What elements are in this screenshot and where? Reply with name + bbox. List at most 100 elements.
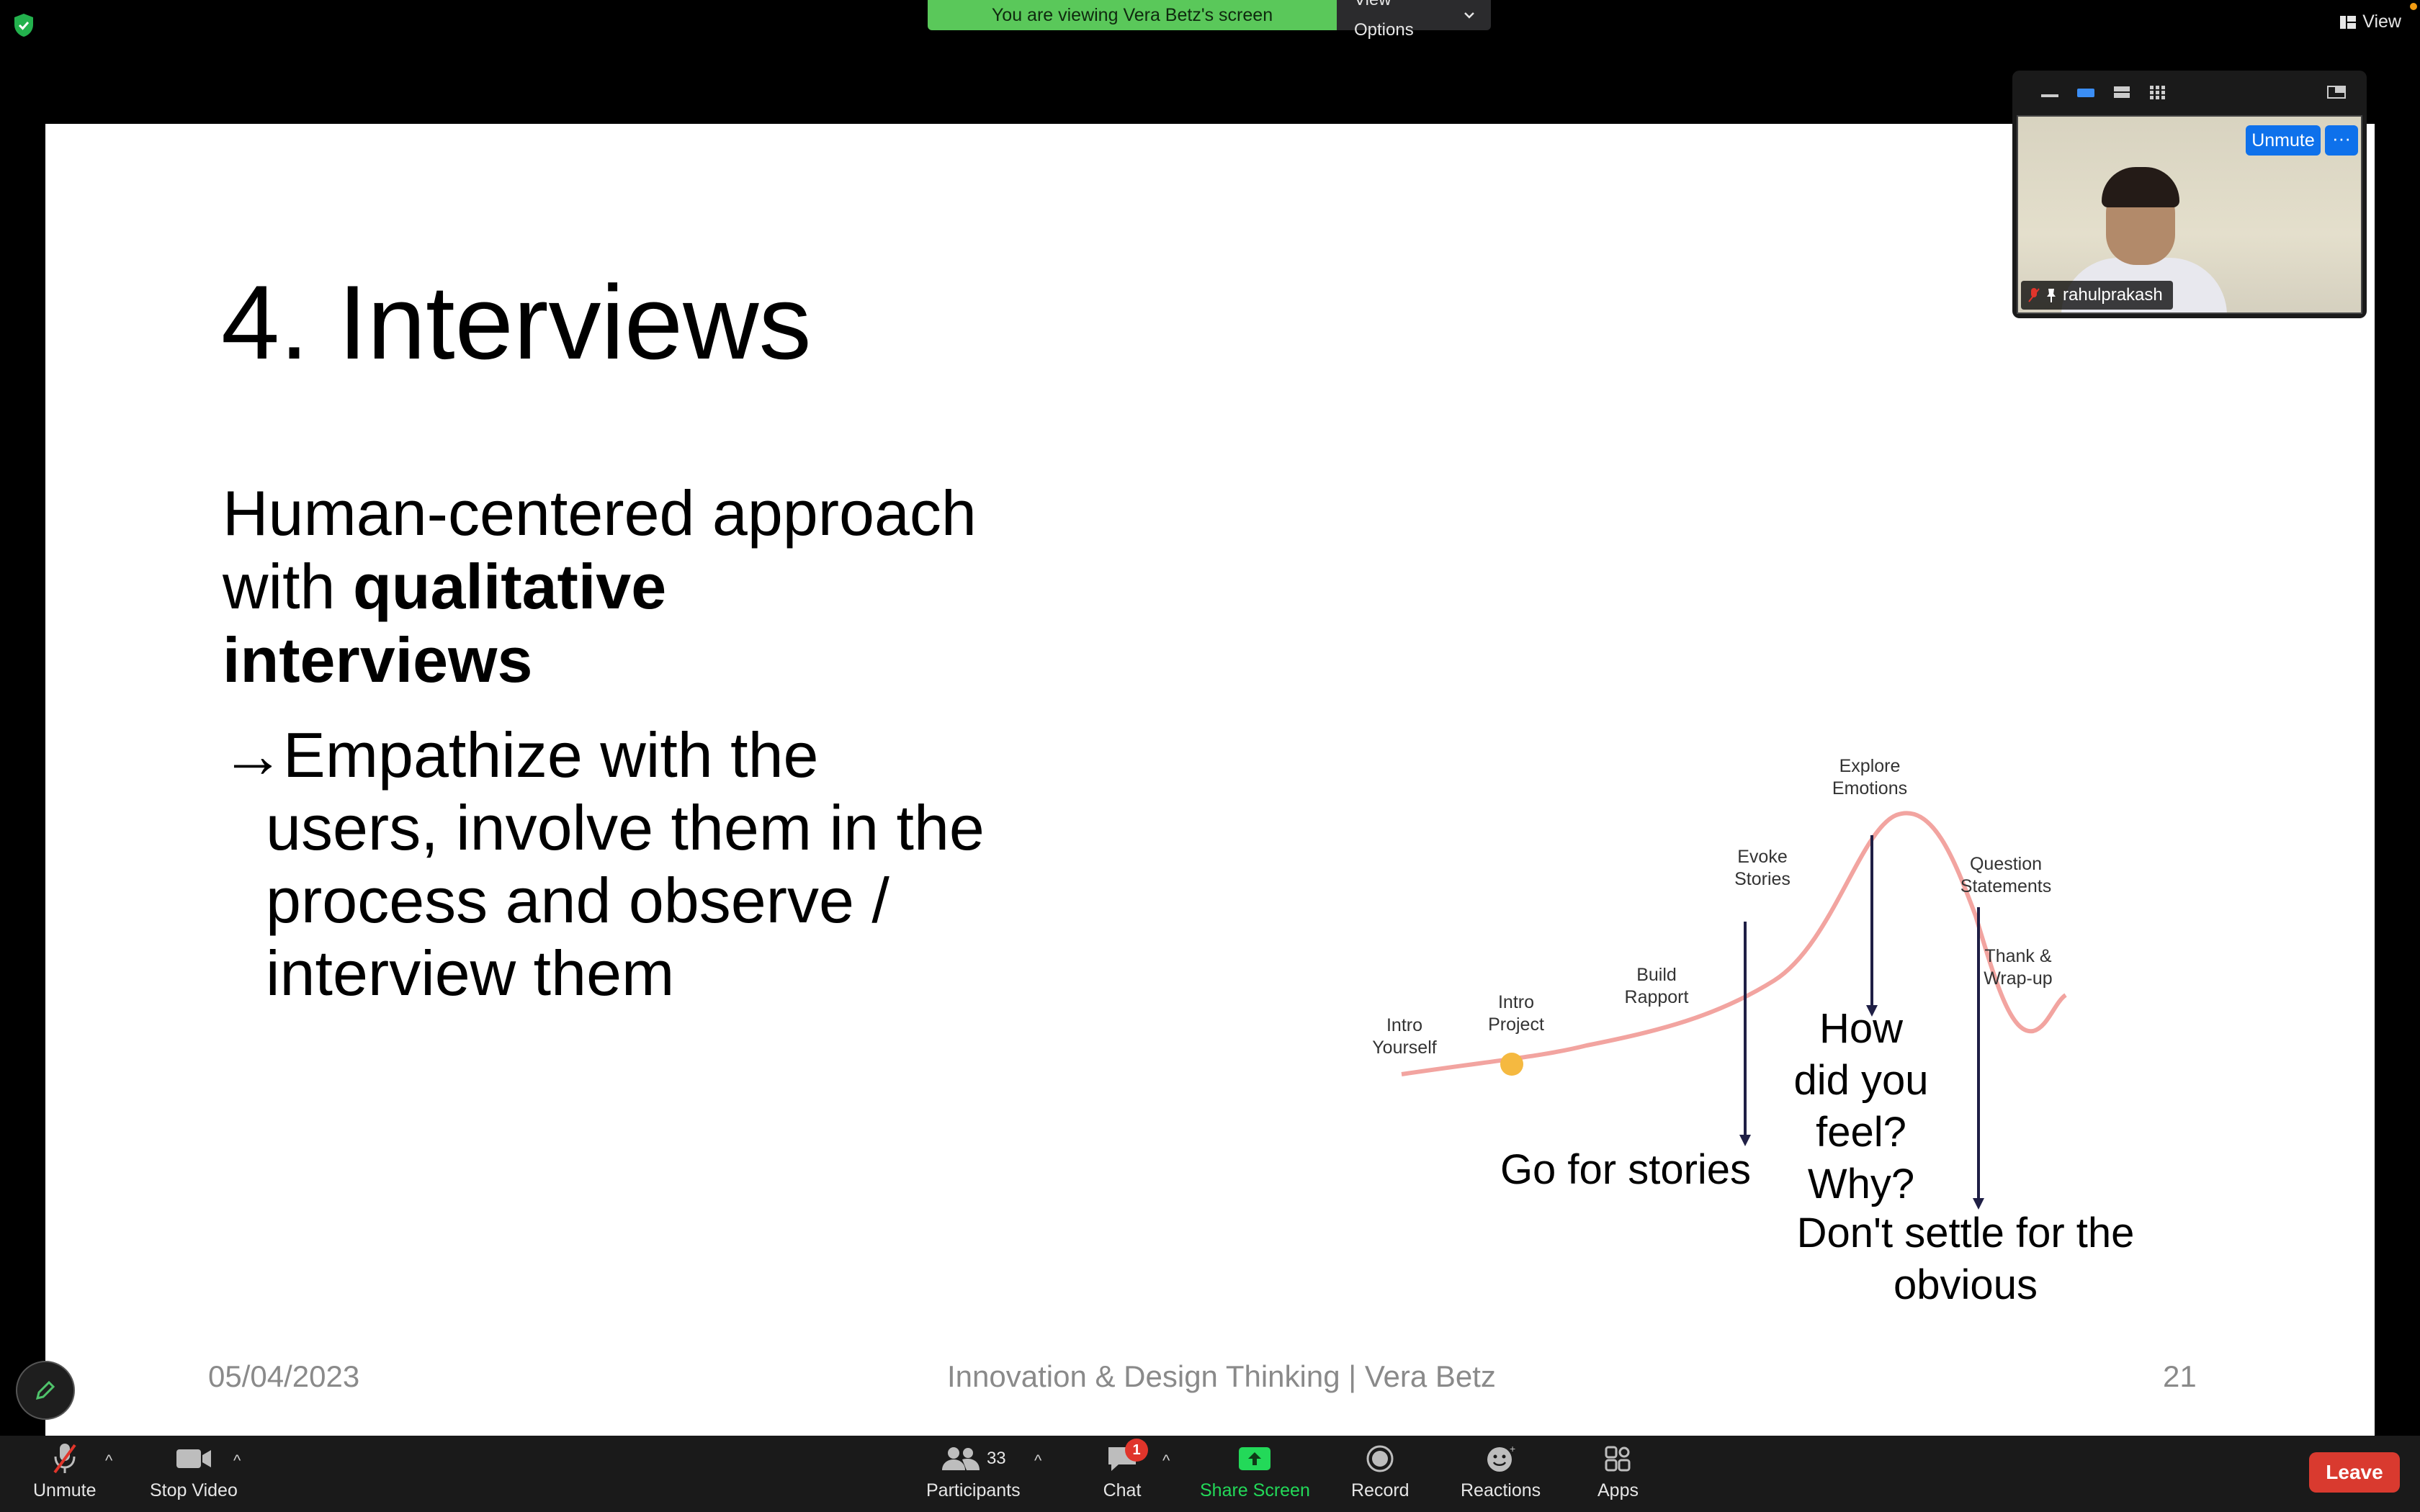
stage-label: Explore [1839,756,1901,776]
bullet-text-1: Empathize with the [283,719,819,791]
muted-mic-icon [53,1444,76,1474]
stage-label: Thank & [1984,946,2051,966]
bullet-text-2: users, involve them in the [266,792,985,863]
svg-text:+: + [1510,1444,1515,1454]
participant-hair [2102,167,2179,207]
unmute-button[interactable]: Unmute [33,1441,97,1501]
chat-options-caret[interactable]: ^ [1162,1452,1170,1470]
participants-options-caret[interactable]: ^ [1034,1452,1041,1470]
record-button[interactable]: Record [1351,1441,1410,1501]
slide-bullet: →Empathize with the users, involve them … [221,719,1157,1009]
unmute-label: Unmute [33,1480,97,1500]
progress-marker [1500,1053,1523,1076]
muted-mic-icon [2028,288,2040,302]
record-icon [1366,1445,1394,1472]
headline-bold-qualitative: qualitative [352,551,667,622]
stage-label: Build [1636,965,1677,985]
bullet-line-1: →Empathize with the [221,719,1157,791]
shared-slide: 4. Interviews Human-centered approach wi… [45,124,2375,1436]
stop-video-button[interactable]: Stop Video [150,1441,238,1501]
participants-label: Participants [926,1480,1021,1500]
apps-button[interactable]: Apps [1597,1441,1639,1501]
stage-label: Question [1970,854,2042,874]
headline-line-2: with qualitative [223,550,1159,624]
apps-label: Apps [1597,1480,1639,1500]
reactions-label: Reactions [1461,1480,1541,1500]
stacked-view-icon[interactable] [2112,84,2132,100]
callout-settle-line2: obvious [1894,1261,2038,1308]
leave-button[interactable]: Leave [2309,1452,2400,1493]
stage-label: Emotions [1832,778,1907,798]
view-options-button[interactable]: View Options [1337,0,1491,40]
speaker-view-icon[interactable] [2076,84,2096,100]
headline-line-3: interviews [223,624,1159,697]
video-layout-toolbar [2012,71,2367,114]
gallery-view-icon[interactable] [2148,84,2168,100]
headline-bold-interviews: interviews [223,624,533,696]
stage-label: Intro [1498,992,1534,1012]
arrow-statements-head [1973,1198,1984,1210]
screen-share-banner: You are viewing Vera Betz's screen View … [928,0,1491,40]
bullet-text-3: process and observe / [266,865,889,936]
smiley-icon: + [1487,1444,1515,1472]
meeting-toolbar: Unmute ^ Stop Video ^ 33 Participants ^ [0,1436,2420,1512]
participants-count: 33 [986,1449,1006,1468]
slide-headline: Human-centered approach with qualitative… [223,477,1159,697]
callout-go-for-stories: Go for stories [1500,1146,1751,1193]
callout-feel-line4: Why? [1808,1161,1914,1207]
share-screen-label: Share Screen [1200,1480,1310,1500]
notification-dot [2410,3,2417,10]
slide-footer-course: Innovation & Design Thinking | Vera Betz [947,1359,1496,1393]
record-label: Record [1351,1480,1410,1500]
reactions-button[interactable]: + Reactions [1461,1441,1541,1501]
share-screen-button[interactable]: Share Screen [1200,1441,1310,1501]
video-more-button[interactable]: ··· [2325,125,2358,156]
stop-video-label: Stop Video [150,1480,238,1500]
participants-button[interactable]: 33 Participants [926,1441,1021,1501]
slide-footer-date: 05/04/2023 [208,1359,360,1393]
callout-feel-line3: feel? [1816,1109,1906,1156]
grid-view-icon [2340,15,2357,29]
viewing-screen-label: You are viewing Vera Betz's screen [928,0,1337,30]
callout-feel-line2: did you [1793,1057,1928,1104]
video-camera-icon [176,1449,211,1468]
pencil-icon [35,1380,55,1400]
slide-page-number: 21 [2163,1359,2197,1393]
callout-settle-line1: Don't settle for the [1797,1210,2135,1256]
minimize-icon[interactable] [2040,84,2060,100]
stage-label: Project [1488,1014,1544,1035]
pop-out-icon[interactable] [2326,84,2347,100]
annotate-button[interactable] [16,1361,75,1420]
view-options-label: View Options [1354,0,1414,40]
pin-icon [2047,289,2056,302]
interview-curve-line [1401,811,2067,1076]
arrow-stories-head [1739,1135,1751,1146]
participant-name-tag: rahulprakash [2021,281,2173,310]
stage-label: Wrap-up [1984,968,2052,989]
video-unmute-button[interactable]: Unmute [2246,125,2321,156]
apps-icon [1605,1446,1631,1472]
headline-line-1: Human-centered approach [223,477,977,549]
participant-name: rahulprakash [2063,285,2163,305]
participants-icon [941,1447,980,1470]
bullet-text-4: interview them [266,937,675,1009]
security-shield-icon[interactable] [13,13,35,37]
slide-title: 4. Interviews [221,264,812,381]
view-layout-button[interactable]: View [2339,12,2401,32]
chevron-down-icon [1464,12,1474,19]
share-screen-icon [1239,1447,1271,1470]
callout-feel-line1: How [1819,1005,1904,1052]
headline-plain-text: with [223,551,353,622]
stage-label: Stories [1734,869,1791,889]
stage-label: Evoke [1737,847,1787,867]
video-options-caret[interactable]: ^ [233,1452,241,1470]
stage-label: Intro [1386,1015,1422,1035]
chat-unread-badge: 1 [1125,1439,1148,1462]
stage-label: Statements [1960,876,2051,896]
audio-options-caret[interactable]: ^ [105,1452,112,1470]
stage-label: Rapport [1625,987,1689,1007]
interview-curve-diagram: Intro Yourself Intro Project Build Rappo… [1372,756,2135,1308]
chat-label: Chat [1103,1480,1142,1500]
stage-label: Yourself [1372,1038,1436,1058]
view-label: View [2362,12,2401,32]
